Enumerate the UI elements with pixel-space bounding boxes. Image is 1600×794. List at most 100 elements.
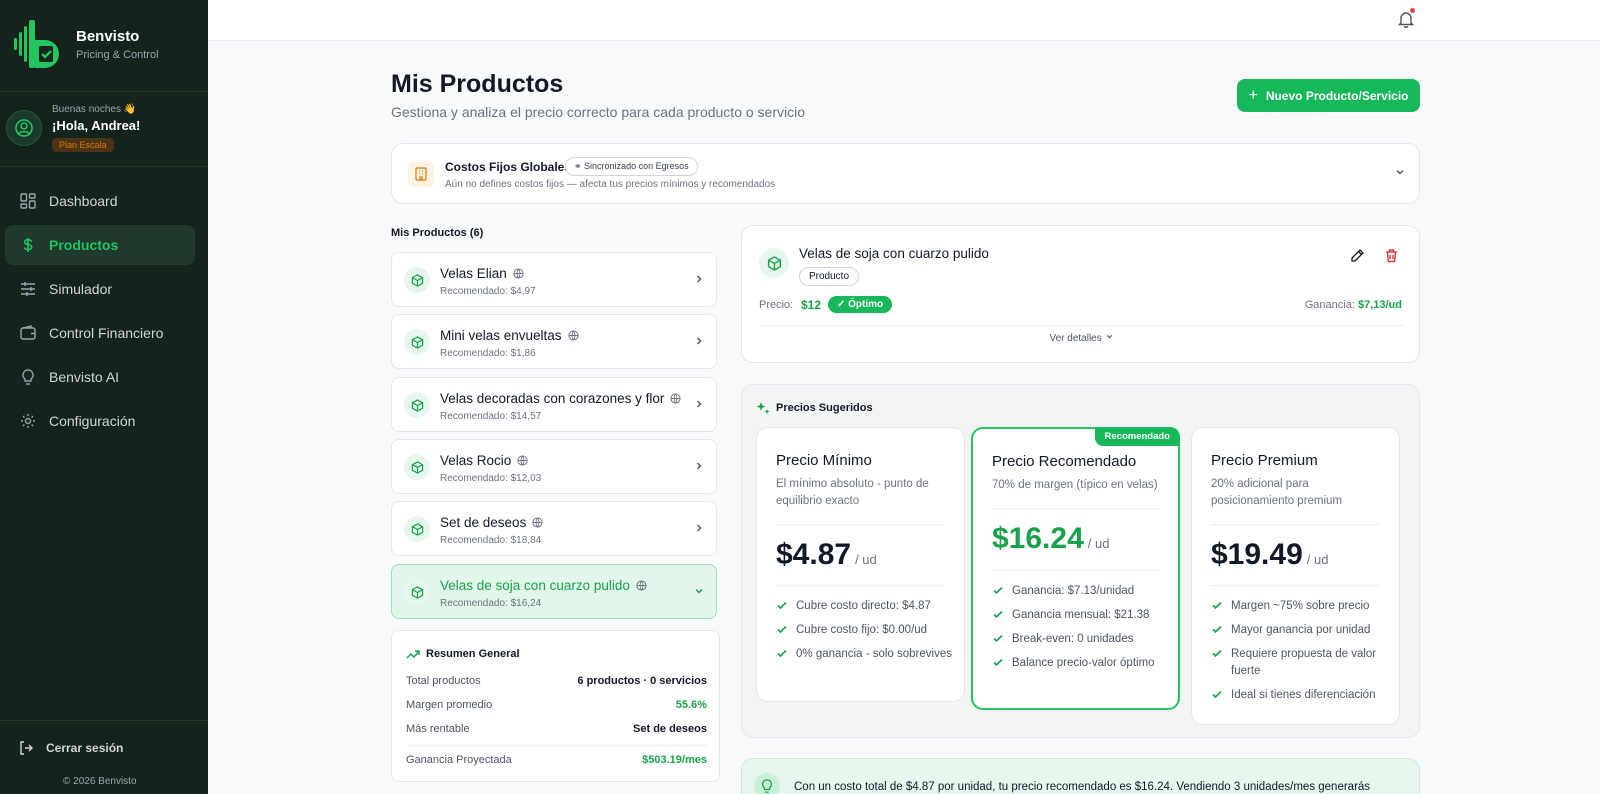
product-name: Velas Elian — [440, 266, 507, 281]
product-name: Set de deseos — [440, 515, 527, 530]
price-card-desc: 20% adicional para posicionamiento premi… — [1211, 478, 1343, 507]
summary-row-rentable: Más rentable Set de deseos — [406, 723, 707, 735]
chevron-down-icon — [1106, 334, 1112, 339]
sidebar-item-label: Configuración — [49, 413, 136, 429]
chevron-right-icon — [697, 275, 702, 283]
globe-icon — [670, 393, 681, 404]
fixed-costs-panel[interactable]: Costos Fijos Globales ⚭ Sincronizado con… — [391, 143, 1420, 204]
list-item[interactable]: Mini velas envueltas Recomendado: $1,86 — [391, 314, 717, 369]
price-card-divider — [776, 524, 944, 525]
product-recommended: Recomendado: $18,84 — [440, 535, 542, 546]
feature-item: Break-even: 0 unidades — [992, 631, 1172, 648]
view-details-link[interactable]: Ver detalles — [742, 332, 1421, 344]
price-card-features: Margen ~75% sobre precio Mayor ganancia … — [1211, 598, 1391, 711]
logout-label: Cerrar sesión — [46, 741, 124, 755]
edit-pencil-icon[interactable] — [1350, 248, 1365, 263]
feature-label: Ganancia: $7.13/unidad — [1012, 585, 1135, 597]
price-card-minimo[interactable]: Precio Mínimo El mínimo absoluto - punto… — [756, 427, 965, 702]
sidebar-divider — [0, 720, 208, 721]
logout-button[interactable]: Cerrar sesión — [19, 741, 123, 755]
feature-label: Ideal si tienes diferenciación — [1231, 689, 1376, 701]
feature-label: Break-even: 0 unidades — [1012, 633, 1134, 645]
feature-label: Cubre costo directo: $4.87 — [796, 600, 931, 612]
price-card-price: $19.49/ ud — [1211, 538, 1328, 572]
sidebar-item-productos[interactable]: Productos — [5, 225, 195, 265]
summary-label: Ganancia Proyectada — [406, 754, 512, 766]
chevron-down-icon[interactable] — [1394, 166, 1406, 178]
check-icon — [1212, 601, 1222, 610]
sidebar-item-configuracion[interactable]: Configuración — [5, 401, 195, 441]
sidebar-item-control-financiero[interactable]: Control Financiero — [5, 313, 195, 353]
feature-label: Cubre costo fijo: $0.00/ud — [796, 624, 928, 636]
sidebar-item-label: Productos — [49, 237, 119, 253]
feature-item: Requiere propuesta de valor fuerte — [1211, 646, 1391, 680]
sidebar-divider — [0, 91, 208, 92]
greeting: ¡Hola, Andrea! — [52, 118, 141, 133]
brand[interactable]: Benvisto Pricing & Control — [12, 18, 159, 70]
price-card-unit: / ud — [1087, 536, 1110, 551]
plan-badge: Plan Escala — [52, 138, 114, 152]
notification-dot — [1410, 8, 1415, 13]
sidebar-item-label: Benvisto AI — [49, 369, 120, 385]
price-label: Precio: — [759, 299, 794, 311]
box-icon — [404, 516, 430, 542]
building-icon — [408, 161, 434, 187]
price-value: $12 — [801, 298, 822, 312]
trash-icon[interactable] — [1384, 248, 1399, 263]
list-item[interactable]: Velas decoradas con corazones y flor Rec… — [391, 377, 717, 432]
sidebar-item-benvisto-ai[interactable]: Benvisto AI — [5, 357, 195, 397]
gear-icon — [19, 412, 37, 430]
list-item[interactable]: Set de deseos Recomendado: $18,84 — [391, 501, 717, 556]
sidebar-item-simulador[interactable]: Simulador — [5, 269, 195, 309]
avatar[interactable] — [6, 110, 42, 146]
price-card-divider — [1211, 585, 1379, 586]
chevron-right-icon — [697, 337, 702, 345]
topbar — [208, 0, 1600, 41]
feature-item: Mayor ganancia por unidad — [1211, 622, 1391, 639]
new-product-button[interactable]: + Nuevo Producto/Servicio — [1237, 79, 1420, 112]
page-subtitle: Gestiona y analiza el precio correcto pa… — [391, 104, 805, 120]
box-icon — [759, 248, 789, 278]
check-icon — [993, 586, 1003, 595]
price-card-unit: / ud — [855, 552, 877, 567]
list-item[interactable]: Velas Rocio Recomendado: $12,03 — [391, 439, 717, 494]
sidebar-item-label: Simulador — [49, 281, 113, 297]
check-icon — [777, 649, 787, 658]
product-name: Velas de soja con cuarzo pulido — [440, 578, 630, 593]
product-detail-name: Velas de soja con cuarzo pulido — [799, 246, 989, 261]
summary-value: $503.19/mes — [642, 754, 707, 766]
price-card-premium[interactable]: Precio Premium 20% adicional para posici… — [1191, 427, 1400, 725]
user-panel: Buenas noches 👋 ¡Hola, Andrea! Plan Esca… — [6, 104, 140, 153]
copyright: © 2026 Benvisto — [63, 776, 137, 787]
suggested-prices-panel: Precios Sugeridos Precio Mínimo El mínim… — [741, 384, 1420, 738]
feature-label: Mayor ganancia por unidad — [1231, 624, 1371, 636]
summary-row-ganancia: Ganancia Proyectada $503.19/mes — [406, 754, 707, 766]
feature-item: Ideal si tienes diferenciación — [1211, 687, 1391, 704]
price-card-amount: $4.87 — [776, 538, 852, 571]
list-item[interactable]: Velas Elian Recomendado: $4,97 — [391, 252, 717, 307]
product-detail-card: Velas de soja con cuarzo pulido Producto… — [741, 225, 1420, 363]
price-card-recomendado[interactable]: Recomendado Precio Recomendado 70% de ma… — [971, 427, 1180, 710]
product-list-title: Mis Productos (6) — [391, 227, 484, 239]
globe-icon — [532, 517, 543, 528]
summary-label: Total productos — [406, 675, 481, 687]
sidebar-item-dashboard[interactable]: Dashboard — [5, 181, 195, 221]
chevron-right-icon — [697, 400, 702, 408]
feature-item: Cubre costo directo: $4.87 — [776, 598, 956, 615]
view-details-label: Ver detalles — [1049, 333, 1102, 344]
new-product-label: Nuevo Producto/Servicio — [1265, 88, 1409, 103]
sliders-icon — [19, 280, 37, 298]
sidebar-nav: Dashboard Productos Simulador Control Fi… — [5, 181, 195, 445]
price-card-desc: 70% de margen (típico en velas) — [992, 479, 1158, 491]
sparkles-icon — [756, 402, 770, 414]
brand-name: Benvisto — [76, 27, 140, 45]
summary-value: 6 productos · 0 servicios — [577, 675, 707, 687]
page-title: Mis Productos — [391, 70, 564, 98]
check-icon — [777, 625, 787, 634]
product-recommended: Recomendado: $4,97 — [440, 286, 536, 297]
list-item[interactable]: Velas de soja con cuarzo pulido Recomend… — [391, 564, 717, 619]
sidebar-item-label: Control Financiero — [49, 325, 164, 341]
plus-icon: + — [1248, 86, 1258, 104]
price-card-divider — [992, 508, 1160, 509]
price-card-divider — [992, 570, 1160, 571]
